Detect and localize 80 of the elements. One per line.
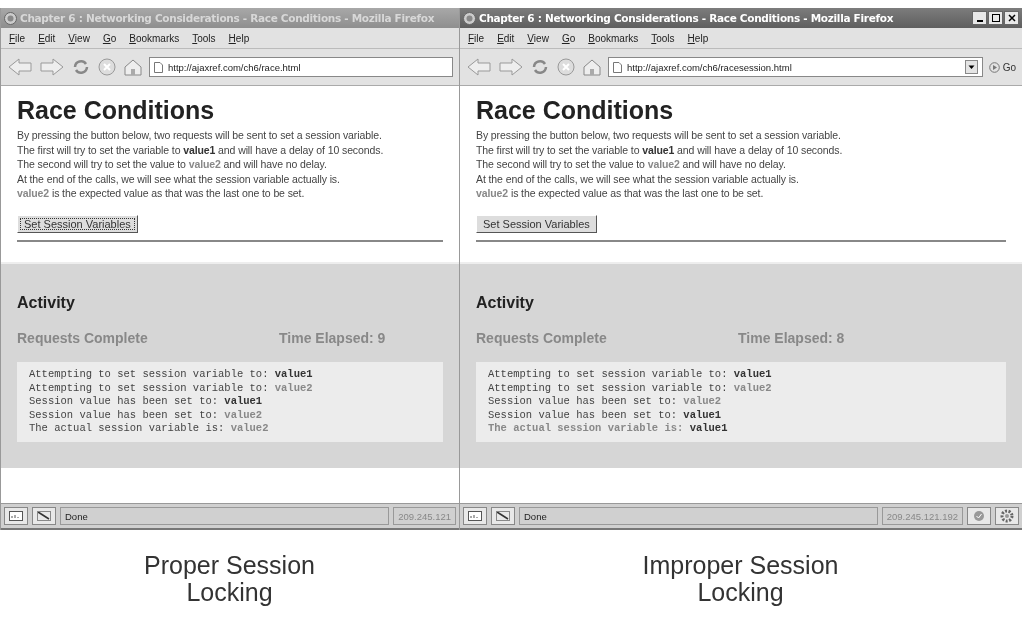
go-button[interactable]: Go: [988, 61, 1016, 73]
log-line: Session value has been set to: value2: [488, 395, 723, 409]
page-heading: Race Conditions: [476, 96, 675, 125]
menu-item[interactable]: Help: [687, 32, 709, 44]
intro-text: The first will try to set the variable to value1 and will have a delay of 10 seconds.: [476, 142, 844, 157]
intro-text: At the end of the calls, we will see what the session variable actually is.: [476, 171, 800, 186]
intro-text: value2 is the expected value as that was the last one to be set.: [17, 186, 306, 201]
requests-status: Requests Complete: [17, 330, 149, 346]
window-title: Chapter 6 : Networking Considerations - Race Conditions - Mozilla Firefox: [20, 12, 436, 24]
log-line: Session value has been set to: value1: [488, 408, 723, 422]
menu-item[interactable]: Go: [561, 32, 576, 44]
screen-icon[interactable]: [4, 507, 28, 525]
intro-text: value2 is the expected value as that was the last one to be set.: [476, 186, 765, 201]
home-icon[interactable]: [582, 57, 602, 77]
status-text: Done: [519, 507, 878, 525]
back-arrow-icon[interactable]: [466, 57, 492, 77]
address-field[interactable]: http://ajaxref.com/ch6/race.html: [149, 57, 453, 77]
pen-icon[interactable]: [491, 507, 515, 525]
time-elapsed: Time Elapsed: 9: [279, 330, 386, 346]
menu-item[interactable]: File: [468, 32, 485, 44]
close-icon: [1007, 14, 1016, 22]
log-line: Attempting to set session variable to: value2: [488, 381, 773, 395]
figure-caption: Improper Session Locking: [641, 552, 840, 608]
address-field[interactable]: http://ajaxref.com/ch6/racesession.html: [608, 57, 983, 77]
page-icon: [613, 61, 622, 73]
intro-text: By pressing the button below, two requests will be sent to set a session variable.: [476, 128, 842, 143]
menu-item[interactable]: File: [9, 32, 26, 44]
menu-item[interactable]: Bookmarks: [588, 32, 639, 44]
status-text: Done: [60, 507, 390, 525]
set-session-variables-button[interactable]: Set Session Variables: [17, 214, 138, 233]
menu-item[interactable]: Tools: [651, 32, 675, 44]
log-line: Attempting to set session variable to: value1: [488, 368, 773, 382]
menu-item[interactable]: View: [68, 32, 90, 44]
browser-logo-icon: [4, 11, 17, 25]
browser-logo-icon: [463, 11, 476, 25]
stop-icon[interactable]: [97, 57, 117, 77]
menu-item[interactable]: Help: [228, 32, 250, 44]
log-line: Session value has been set to: value2: [29, 408, 264, 422]
maximize-button[interactable]: [988, 11, 1003, 25]
forward-arrow-icon[interactable]: [39, 57, 65, 77]
menu-item[interactable]: Edit: [38, 32, 56, 44]
ip-address: 209.245.121: [393, 507, 456, 525]
ip-address: 209.245.121.192: [881, 507, 963, 525]
page-heading: Race Conditions: [17, 96, 216, 125]
menu-item[interactable]: Edit: [497, 32, 515, 44]
log-line: Attempting to set session variable to: value1: [29, 368, 314, 382]
pen-icon[interactable]: [32, 507, 56, 525]
time-elapsed: Time Elapsed: 8: [738, 330, 845, 346]
log-line: The actual session variable is: value2: [29, 422, 270, 436]
menu-item[interactable]: Bookmarks: [129, 32, 180, 44]
close-button[interactable]: [1004, 11, 1019, 25]
maximize-icon: [991, 14, 1000, 22]
screen-icon[interactable]: [463, 507, 487, 525]
gear-icon[interactable]: [995, 507, 1019, 525]
activity-heading: Activity: [476, 294, 535, 312]
intro-text: The first will try to set the variable to value1 and will have a delay of 10 seconds.: [17, 142, 385, 157]
back-arrow-icon[interactable]: [7, 57, 33, 77]
log-line: Attempting to set session variable to: value2: [29, 381, 314, 395]
page-icon: [154, 61, 163, 73]
reload-icon[interactable]: [71, 57, 91, 77]
stop-icon[interactable]: [556, 57, 576, 77]
home-icon[interactable]: [123, 57, 143, 77]
minimize-button[interactable]: [972, 11, 987, 25]
requests-status: Requests Complete: [476, 330, 608, 346]
set-session-variables-button[interactable]: Set Session Variables: [476, 214, 597, 233]
reload-icon[interactable]: [530, 57, 550, 77]
intro-text: The second will try to set the value to value2 and will have no delay.: [476, 157, 787, 172]
window-title: Chapter 6 : Networking Considerations - Race Conditions - Mozilla Firefox: [479, 12, 895, 24]
log-line: The actual session variable is: value1: [488, 422, 729, 436]
intro-text: By pressing the button below, two requests will be sent to set a session variable.: [17, 128, 383, 143]
intro-text: At the end of the calls, we will see what the session variable actually is.: [17, 171, 341, 186]
menu-item[interactable]: View: [527, 32, 549, 44]
menu-item[interactable]: Go: [102, 32, 117, 44]
intro-text: The second will try to set the value to value2 and will have no delay.: [17, 157, 328, 172]
log-line: Session value has been set to: value1: [29, 395, 264, 409]
figure-caption: Proper Session Locking: [143, 552, 316, 608]
dropdown-icon[interactable]: [964, 60, 978, 74]
activity-heading: Activity: [17, 294, 76, 312]
forward-arrow-icon[interactable]: [498, 57, 524, 77]
menu-item[interactable]: Tools: [192, 32, 216, 44]
